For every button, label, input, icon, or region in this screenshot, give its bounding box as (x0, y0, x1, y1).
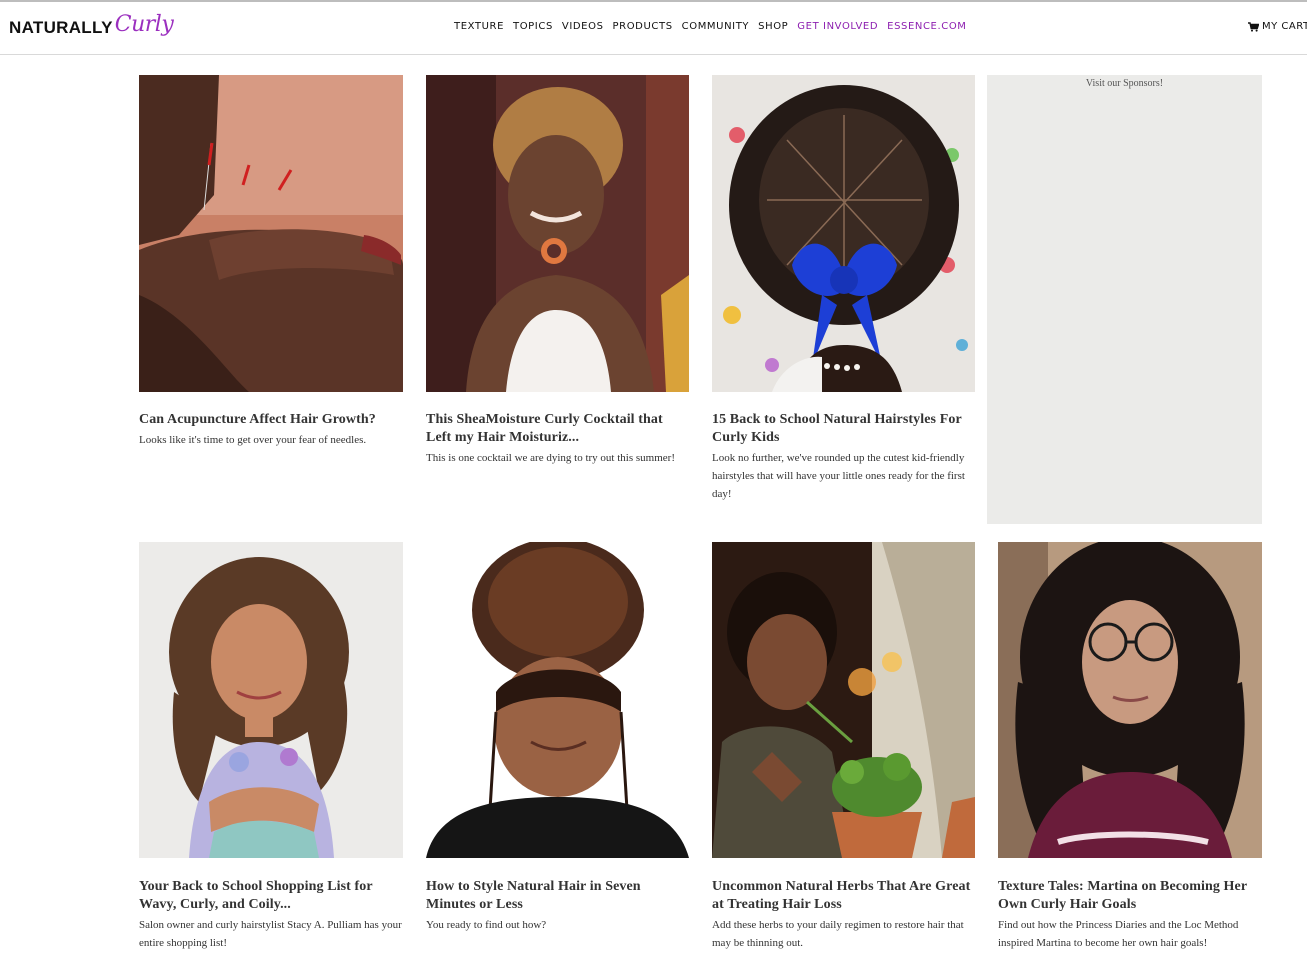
article-title[interactable]: 15 Back to School Natural Hairstyles For… (712, 411, 976, 447)
nav-item-texture[interactable]: TEXTURE (454, 21, 504, 32)
article-card[interactable]: 15 Back to School Natural Hairstyles For… (712, 75, 976, 503)
nav-item-shop[interactable]: SHOP (758, 21, 788, 32)
cart-label: MY CART (1262, 21, 1307, 32)
article-description: You ready to find out how? (426, 919, 547, 931)
site-logo[interactable]: NATURALLY Curly (9, 11, 174, 51)
article-description: Find out how the Princess Diaries and th… (998, 919, 1239, 949)
cart-icon (1248, 21, 1259, 32)
article-image[interactable] (712, 542, 976, 859)
article-image[interactable] (426, 542, 690, 859)
article-title[interactable]: Uncommon Natural Herbs That Are Great at… (712, 878, 976, 914)
article-description: Salon owner and curly hairstylist Stacy … (139, 919, 402, 949)
logo-script: Curly (114, 12, 174, 37)
nav-item-topics[interactable]: TOPICS (513, 21, 553, 32)
article-title[interactable]: Your Back to School Shopping List for Wa… (139, 878, 403, 914)
article-title[interactable]: How to Style Natural Hair in Seven Minut… (426, 878, 690, 914)
article-card[interactable]: Texture Tales: Martina on Becoming Her O… (998, 542, 1262, 952)
logo-wordmark: NATURALLY (9, 18, 113, 37)
article-card[interactable]: How to Style Natural Hair in Seven Minut… (426, 542, 690, 934)
article-description: Look no further, we've rounded up the cu… (712, 452, 965, 500)
article-card[interactable]: Uncommon Natural Herbs That Are Great at… (712, 542, 976, 952)
site-header: NATURALLY Curly TEXTURE TOPICS VIDEOS PR… (0, 2, 1307, 55)
cart-link[interactable]: MY CART (1248, 21, 1307, 32)
article-title[interactable]: Can Acupuncture Affect Hair Growth? (139, 411, 403, 429)
nav-item-videos[interactable]: VIDEOS (562, 21, 604, 32)
sponsor-ad-slot[interactable]: Visit our Sponsors! (987, 75, 1262, 524)
nav-item-community[interactable]: COMMUNITY (682, 21, 749, 32)
sponsor-label: Visit our Sponsors! (1085, 78, 1164, 89)
article-card[interactable]: Can Acupuncture Affect Hair Growth? Look… (139, 75, 403, 449)
article-image[interactable] (426, 75, 690, 392)
article-image[interactable] (712, 75, 976, 392)
nav-item-products[interactable]: PRODUCTS (613, 21, 673, 32)
article-description: Add these herbs to your daily regimen to… (712, 919, 964, 949)
article-description: This is one cocktail we are dying to try… (426, 452, 675, 464)
nav-item-essence[interactable]: ESSENCE.COM (887, 21, 966, 32)
article-card[interactable]: This SheaMoisture Curly Cocktail that Le… (426, 75, 690, 467)
article-image[interactable] (139, 75, 403, 392)
article-card[interactable]: Your Back to School Shopping List for Wa… (139, 542, 403, 952)
article-title[interactable]: This SheaMoisture Curly Cocktail that Le… (426, 411, 690, 447)
nav-item-get-involved[interactable]: GET INVOLVED (797, 21, 878, 32)
article-image[interactable] (139, 542, 403, 859)
article-image[interactable] (998, 542, 1262, 859)
main-nav: TEXTURE TOPICS VIDEOS PRODUCTS COMMUNITY… (454, 21, 967, 32)
article-title[interactable]: Texture Tales: Martina on Becoming Her O… (998, 878, 1262, 914)
article-description: Looks like it's time to get over your fe… (139, 434, 367, 446)
